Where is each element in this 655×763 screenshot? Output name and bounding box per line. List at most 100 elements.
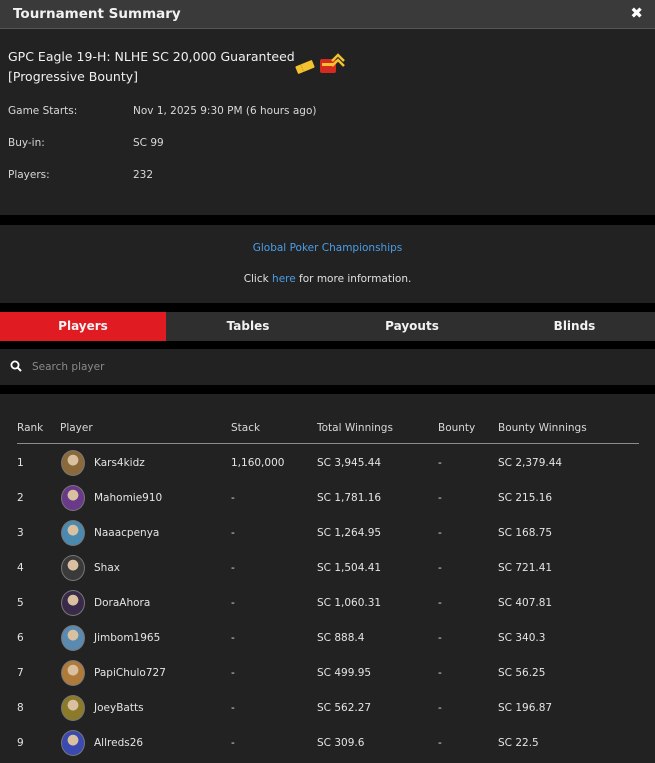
series-link[interactable]: Global Poker Championships	[0, 242, 655, 254]
bounty-winnings-cell: SC 22.5	[498, 737, 539, 749]
detail-value: 232	[133, 169, 154, 181]
bounty-cell: -	[438, 562, 442, 574]
player-name: DoraAhora	[94, 597, 151, 609]
tournament-info-panel: GPC Eagle 19-H: NLHE SC 20,000 Guarantee…	[0, 29, 655, 215]
avatar	[61, 485, 85, 511]
rank-cell: 6	[17, 632, 24, 644]
table-row[interactable]: 8 JoeyBatts - SC 562.27 - SC 196.87	[17, 691, 639, 726]
more-info-text: Click here for more information.	[0, 273, 655, 285]
rank-cell: 4	[17, 562, 24, 574]
player-name: Kars4kidz	[94, 457, 145, 469]
table-header: Rank Player Stack Total Winnings Bounty …	[17, 422, 639, 444]
search-icon	[10, 360, 22, 372]
bounty-winnings-cell: SC 2,379.44	[498, 457, 563, 469]
total-winnings-cell: SC 562.27	[317, 702, 372, 714]
rank-cell: 2	[17, 492, 24, 504]
avatar	[61, 555, 85, 581]
stack-cell: -	[231, 737, 235, 749]
tab-blinds[interactable]: Blinds	[494, 312, 655, 341]
total-winnings-cell: SC 1,060.31	[317, 597, 382, 609]
player-name: Shax	[94, 562, 120, 574]
players-table: Rank Player Stack Total Winnings Bounty …	[0, 394, 655, 763]
detail-label: Players:	[8, 169, 50, 181]
stack-cell: -	[231, 632, 235, 644]
bounty-winnings-cell: SC 407.81	[498, 597, 553, 609]
rank-cell: 5	[17, 597, 24, 609]
total-winnings-cell: SC 888.4	[317, 632, 365, 644]
avatar	[61, 625, 85, 651]
total-winnings-cell: SC 499.95	[317, 667, 372, 679]
total-winnings-cell: SC 309.6	[317, 737, 365, 749]
bounty-cell: -	[438, 632, 442, 644]
table-row[interactable]: 3 Naaacpenya - SC 1,264.95 - SC 168.75	[17, 516, 639, 551]
stack-cell: -	[231, 702, 235, 714]
detail-label: Game Starts:	[8, 105, 78, 117]
bounty-cell: -	[438, 527, 442, 539]
stack-cell: 1,160,000	[231, 457, 285, 469]
avatar	[61, 730, 85, 756]
rank-cell: 8	[17, 702, 24, 714]
progressive-bounty-icon	[320, 53, 345, 73]
detail-value: SC 99	[133, 137, 164, 149]
table-row[interactable]: 5 DoraAhora - SC 1,060.31 - SC 407.81	[17, 586, 639, 621]
rank-cell: 9	[17, 737, 24, 749]
table-row[interactable]: 4 Shax - SC 1,504.41 - SC 721.41	[17, 551, 639, 586]
player-name: PapiChulo727	[94, 667, 166, 679]
header-rank: Rank	[17, 422, 44, 434]
promo-panel: Global Poker Championships Click here fo…	[0, 225, 655, 303]
tournament-name: GPC Eagle 19-H: NLHE SC 20,000 Guarantee…	[8, 49, 295, 84]
header-stack: Stack	[231, 422, 261, 434]
bounty-cell: -	[438, 597, 442, 609]
title-bar: Tournament Summary ✖	[0, 0, 655, 29]
close-icon[interactable]: ✖	[630, 4, 643, 22]
search-bar	[0, 349, 655, 385]
player-name: JoeyBatts	[94, 702, 144, 714]
detail-label: Buy-in:	[8, 137, 45, 149]
bounty-cell: -	[438, 457, 442, 469]
stack-cell: -	[231, 527, 235, 539]
player-name: Allreds26	[94, 737, 144, 749]
bounty-winnings-cell: SC 215.16	[498, 492, 553, 504]
tab-payouts[interactable]: Payouts	[330, 312, 494, 341]
avatar	[61, 520, 85, 546]
table-row[interactable]: 2 Mahomie910 - SC 1,781.16 - SC 215.16	[17, 481, 639, 516]
bounty-winnings-cell: SC 56.25	[498, 667, 546, 679]
rank-cell: 7	[17, 667, 24, 679]
player-name: Jimbom1965	[94, 632, 161, 644]
header-player: Player	[60, 422, 93, 434]
more-info-suffix: for more information.	[295, 273, 412, 285]
tab-bar: Players Tables Payouts Blinds	[0, 312, 655, 341]
stack-cell: -	[231, 562, 235, 574]
here-link[interactable]: here	[272, 273, 296, 285]
bounty-cell: -	[438, 737, 442, 749]
more-info-prefix: Click	[243, 273, 273, 285]
rank-cell: 3	[17, 527, 24, 539]
stack-cell: -	[231, 492, 235, 504]
stack-cell: -	[231, 667, 235, 679]
table-row[interactable]: 6 Jimbom1965 - SC 888.4 - SC 340.3	[17, 621, 639, 656]
rank-cell: 1	[17, 457, 24, 469]
total-winnings-cell: SC 1,781.16	[317, 492, 382, 504]
detail-value: Nov 1, 2025 9:30 PM (6 hours ago)	[133, 105, 317, 117]
player-name: Mahomie910	[94, 492, 163, 504]
ticket-icon	[295, 60, 315, 74]
avatar	[61, 450, 85, 476]
total-winnings-cell: SC 3,945.44	[317, 457, 382, 469]
search-input[interactable]	[32, 357, 632, 377]
header-bounty-winnings: Bounty Winnings	[498, 422, 587, 434]
bounty-cell: -	[438, 492, 442, 504]
bounty-winnings-cell: SC 168.75	[498, 527, 553, 539]
window-title: Tournament Summary	[13, 6, 181, 22]
table-row[interactable]: 1 Kars4kidz 1,160,000 SC 3,945.44 - SC 2,379.…	[17, 446, 639, 481]
tab-players[interactable]: Players	[0, 312, 166, 341]
header-total-winnings: Total Winnings	[317, 422, 393, 434]
tab-tables[interactable]: Tables	[166, 312, 330, 341]
table-row[interactable]: 7 PapiChulo727 - SC 499.95 - SC 56.25	[17, 656, 639, 691]
player-name: Naaacpenya	[94, 527, 160, 539]
avatar	[61, 590, 85, 616]
total-winnings-cell: SC 1,264.95	[317, 527, 382, 539]
bounty-winnings-cell: SC 196.87	[498, 702, 553, 714]
header-bounty: Bounty	[438, 422, 476, 434]
table-row[interactable]: 9 Allreds26 - SC 309.6 - SC 22.5	[17, 726, 639, 761]
avatar	[61, 695, 85, 721]
